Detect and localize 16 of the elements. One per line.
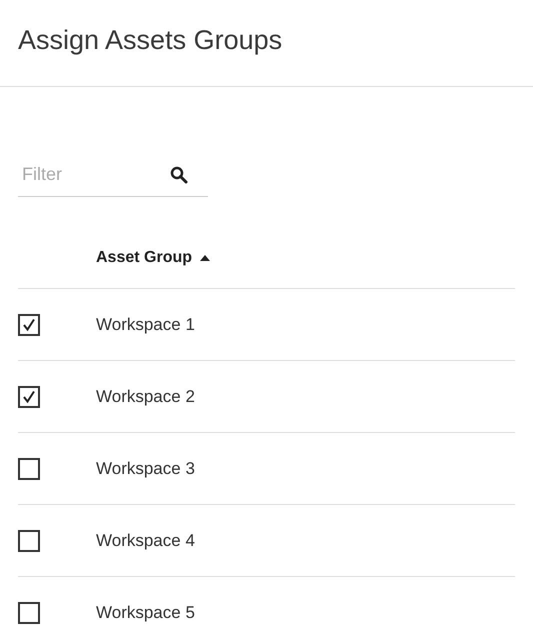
checkmark-icon [22,318,36,332]
checkmark-icon [22,390,36,404]
filter-field[interactable]: Filter [18,161,158,188]
search-icon [170,166,188,184]
checkbox[interactable] [18,386,40,408]
column-header[interactable]: Asset Group [96,246,210,270]
table-cell-text: Workspace 4 [96,530,195,552]
checkbox[interactable] [18,530,40,552]
table-cell-text: Workspace 1 [96,314,195,336]
table-cell-text: Workspace 5 [96,602,195,624]
checkbox[interactable] [18,602,40,624]
checkbox[interactable] [18,458,40,480]
table-cell-text: Workspace 3 [96,458,195,480]
table-cell-text: Workspace 2 [96,386,195,408]
checkbox[interactable] [18,314,40,336]
page-title: Assign Assets Groups [18,24,284,57]
